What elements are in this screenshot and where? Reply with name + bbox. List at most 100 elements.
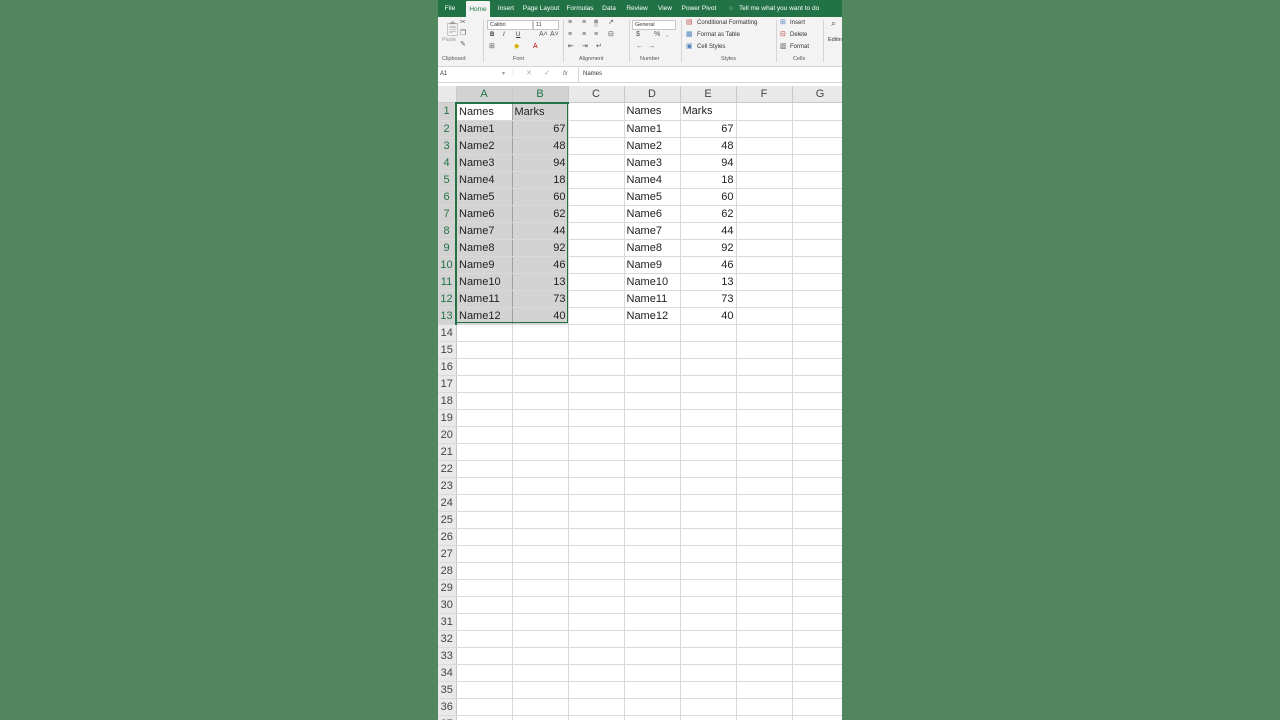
cell-g8[interactable] [792, 222, 842, 240]
format-painter-icon[interactable]: ✎ [460, 41, 466, 49]
tab-home[interactable]: Home [466, 1, 490, 17]
cell-b3[interactable]: 48 [512, 137, 569, 155]
cell-c28[interactable] [568, 562, 625, 580]
cell-g24[interactable] [792, 494, 842, 512]
cell-b32[interactable] [512, 630, 569, 648]
cell-b18[interactable] [512, 392, 569, 410]
row-header[interactable]: 34 [438, 664, 457, 682]
cell-e36[interactable] [680, 698, 737, 716]
cell-c8[interactable] [568, 222, 625, 240]
column-header-b[interactable]: B [512, 86, 569, 104]
cell-c21[interactable] [568, 443, 625, 461]
cell-g5[interactable] [792, 171, 842, 189]
cell-e2[interactable]: 67 [680, 120, 737, 138]
cell-g33[interactable] [792, 647, 842, 665]
cell-b31[interactable] [512, 613, 569, 631]
cell-g17[interactable] [792, 375, 842, 393]
cell-b11[interactable]: 13 [512, 273, 569, 291]
cell-a22[interactable] [456, 460, 513, 478]
cell-d5[interactable]: Name4 [624, 171, 681, 189]
cell-d36[interactable] [624, 698, 681, 716]
cell-e4[interactable]: 94 [680, 154, 737, 172]
cell-g36[interactable] [792, 698, 842, 716]
cell-g20[interactable] [792, 426, 842, 444]
cell-f30[interactable] [736, 596, 793, 614]
cell-f11[interactable] [736, 273, 793, 291]
copy-icon[interactable]: ❐ [460, 30, 466, 38]
cell-f27[interactable] [736, 545, 793, 563]
cell-e6[interactable]: 60 [680, 188, 737, 206]
tab-formulas[interactable]: Formulas [565, 0, 595, 17]
cell-g30[interactable] [792, 596, 842, 614]
cell-a36[interactable] [456, 698, 513, 716]
cell-e3[interactable]: 48 [680, 137, 737, 155]
cell-a33[interactable] [456, 647, 513, 665]
cell-d19[interactable] [624, 409, 681, 427]
delete-cells-button[interactable]: Delete [790, 32, 807, 38]
cell-f14[interactable] [736, 324, 793, 342]
cell-c11[interactable] [568, 273, 625, 291]
cell-a31[interactable] [456, 613, 513, 631]
align-top-icon[interactable]: ≡ [568, 19, 572, 27]
cell-g29[interactable] [792, 579, 842, 597]
cell-c33[interactable] [568, 647, 625, 665]
conditional-formatting-button[interactable]: Conditional Formatting [697, 20, 757, 26]
cell-a15[interactable] [456, 341, 513, 359]
cell-f33[interactable] [736, 647, 793, 665]
cell-e32[interactable] [680, 630, 737, 648]
cell-b24[interactable] [512, 494, 569, 512]
cell-d29[interactable] [624, 579, 681, 597]
cell-g25[interactable] [792, 511, 842, 529]
cell-b19[interactable] [512, 409, 569, 427]
cell-a18[interactable] [456, 392, 513, 410]
format-cells-button[interactable]: Format [790, 44, 809, 50]
row-header[interactable]: 3 [438, 137, 457, 155]
cell-e1[interactable]: Marks [680, 102, 737, 121]
cell-d11[interactable]: Name10 [624, 273, 681, 291]
cell-c1[interactable] [568, 102, 625, 121]
tab-page-layout[interactable]: Page Layout [521, 0, 561, 17]
cell-c9[interactable] [568, 239, 625, 257]
cell-b36[interactable] [512, 698, 569, 716]
cell-c4[interactable] [568, 154, 625, 172]
cell-c20[interactable] [568, 426, 625, 444]
cell-a16[interactable] [456, 358, 513, 376]
cell-e16[interactable] [680, 358, 737, 376]
cell-c30[interactable] [568, 596, 625, 614]
cell-b37[interactable] [512, 715, 569, 720]
cell-f17[interactable] [736, 375, 793, 393]
column-header-e[interactable]: E [680, 86, 737, 103]
row-header[interactable]: 8 [438, 222, 457, 240]
cell-e8[interactable]: 44 [680, 222, 737, 240]
cell-g21[interactable] [792, 443, 842, 461]
cell-c23[interactable] [568, 477, 625, 495]
cell-b20[interactable] [512, 426, 569, 444]
cell-b1[interactable]: Marks [512, 102, 569, 121]
row-header[interactable]: 12 [438, 290, 457, 308]
cell-g26[interactable] [792, 528, 842, 546]
percent-icon[interactable]: % [654, 31, 660, 39]
cell-g34[interactable] [792, 664, 842, 682]
cell-b5[interactable]: 18 [512, 171, 569, 189]
cell-c16[interactable] [568, 358, 625, 376]
cell-d16[interactable] [624, 358, 681, 376]
cell-e34[interactable] [680, 664, 737, 682]
name-box[interactable]: A1 [440, 71, 447, 77]
cell-e15[interactable] [680, 341, 737, 359]
row-header[interactable]: 1 [438, 102, 457, 121]
cell-d4[interactable]: Name3 [624, 154, 681, 172]
tab-view[interactable]: View [655, 0, 675, 17]
cell-e13[interactable]: 40 [680, 307, 737, 325]
cell-f19[interactable] [736, 409, 793, 427]
cell-g19[interactable] [792, 409, 842, 427]
font-color-icon[interactable]: A [533, 43, 538, 51]
cell-c29[interactable] [568, 579, 625, 597]
align-middle-icon[interactable]: ≡ [582, 19, 586, 27]
cell-e10[interactable]: 46 [680, 256, 737, 274]
cell-a11[interactable]: Name10 [456, 273, 513, 291]
format-as-table-button[interactable]: Format as Table [697, 32, 740, 38]
cell-g9[interactable] [792, 239, 842, 257]
row-header[interactable]: 36 [438, 698, 457, 716]
cell-e11[interactable]: 13 [680, 273, 737, 291]
cell-d10[interactable]: Name9 [624, 256, 681, 274]
